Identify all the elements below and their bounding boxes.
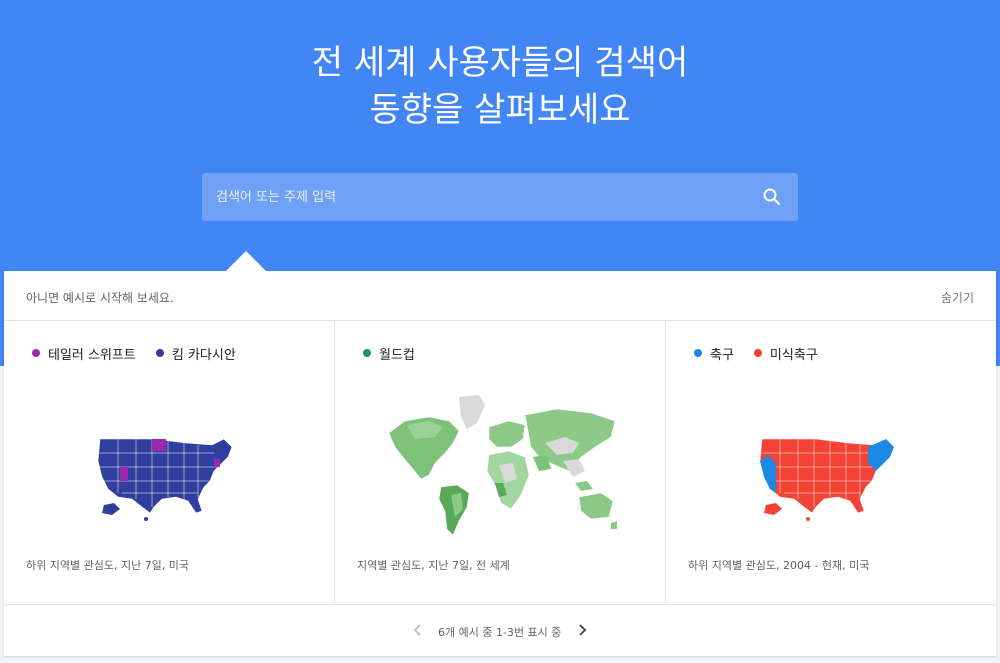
card-legend: 테일러 스위프트 킴 카다시안 [32, 345, 236, 363]
examples-intro: 아니면 예시로 시작해 보세요. [26, 291, 174, 305]
legend-item: 테일러 스위프트 [32, 345, 136, 363]
chevron-left-icon[interactable] [410, 622, 426, 638]
legend-label: 미식축구 [769, 347, 818, 363]
us-map [759, 438, 895, 521]
legend-label: 축구 [710, 347, 734, 363]
example-card-world-cup[interactable]: 월드컵 지역별 관심도, 지난 7일, 전 세계 [334, 321, 664, 605]
legend-label: 테일러 스위프트 [48, 347, 136, 363]
card-legend: 축구 미식축구 [694, 345, 818, 363]
example-card-taylor-kim[interactable]: 테일러 스위프트 킴 카다시안 하위 지역별 관심도, 지난 7일, 미국 [4, 321, 334, 605]
legend-dot-red [753, 349, 762, 357]
legend-item: 월드컵 [363, 345, 415, 363]
legend-item: 축구 [694, 345, 734, 363]
card-legend: 월드컵 [363, 345, 415, 363]
hide-button[interactable]: 숨기기 [941, 289, 974, 306]
search-icon[interactable] [760, 185, 784, 209]
legend-label: 킴 카다시안 [171, 347, 236, 363]
hero-title-line-1: 전 세계 사용자들의 검색어 [311, 43, 689, 83]
us-map [97, 438, 233, 521]
example-cards: 테일러 스위프트 킴 카다시안 하위 지역별 관심도, 지난 7일, 미국 월드… [4, 321, 996, 605]
card-caption: 지역별 관심도, 지난 7일, 전 세계 [357, 559, 510, 572]
legend-item: 미식축구 [753, 345, 818, 363]
legend-label: 월드컵 [379, 347, 415, 363]
legend-dot-green [363, 349, 371, 357]
card-caption: 하위 지역별 관심도, 2004 - 현재, 미국 [688, 559, 870, 572]
search-box [202, 173, 798, 221]
examples-pager: 6개 예시 중 1-3번 표시 중 [4, 605, 996, 656]
hero-title: 전 세계 사용자들의 검색어 동향을 살펴보세요 [0, 40, 1000, 134]
chevron-right-icon[interactable] [574, 622, 590, 638]
legend-dot-blue [694, 349, 702, 357]
example-card-football-soccer[interactable]: 축구 미식축구 하위 지역별 관심도, 2004 - 현재, 미국 [665, 321, 996, 605]
hero-title-line-2: 동향을 살펴보세요 [369, 90, 631, 130]
legend-dot-purple [32, 349, 40, 357]
legend-item: 킴 카다시안 [155, 345, 236, 363]
examples-header: 아니면 예시로 시작해 보세요. 숨기기 [4, 271, 996, 321]
world-map [388, 395, 617, 536]
legend-dot-indigo [155, 349, 164, 357]
pager-info: 6개 예시 중 1-3번 표시 중 [438, 626, 562, 639]
search-input[interactable] [202, 173, 742, 221]
card-caption: 하위 지역별 관심도, 지난 7일, 미국 [26, 559, 190, 572]
examples-panel: 아니면 예시로 시작해 보세요. 숨기기 테일러 스위프트 킴 카다시안 하위 … [4, 271, 996, 656]
panel-pointer [226, 251, 266, 271]
